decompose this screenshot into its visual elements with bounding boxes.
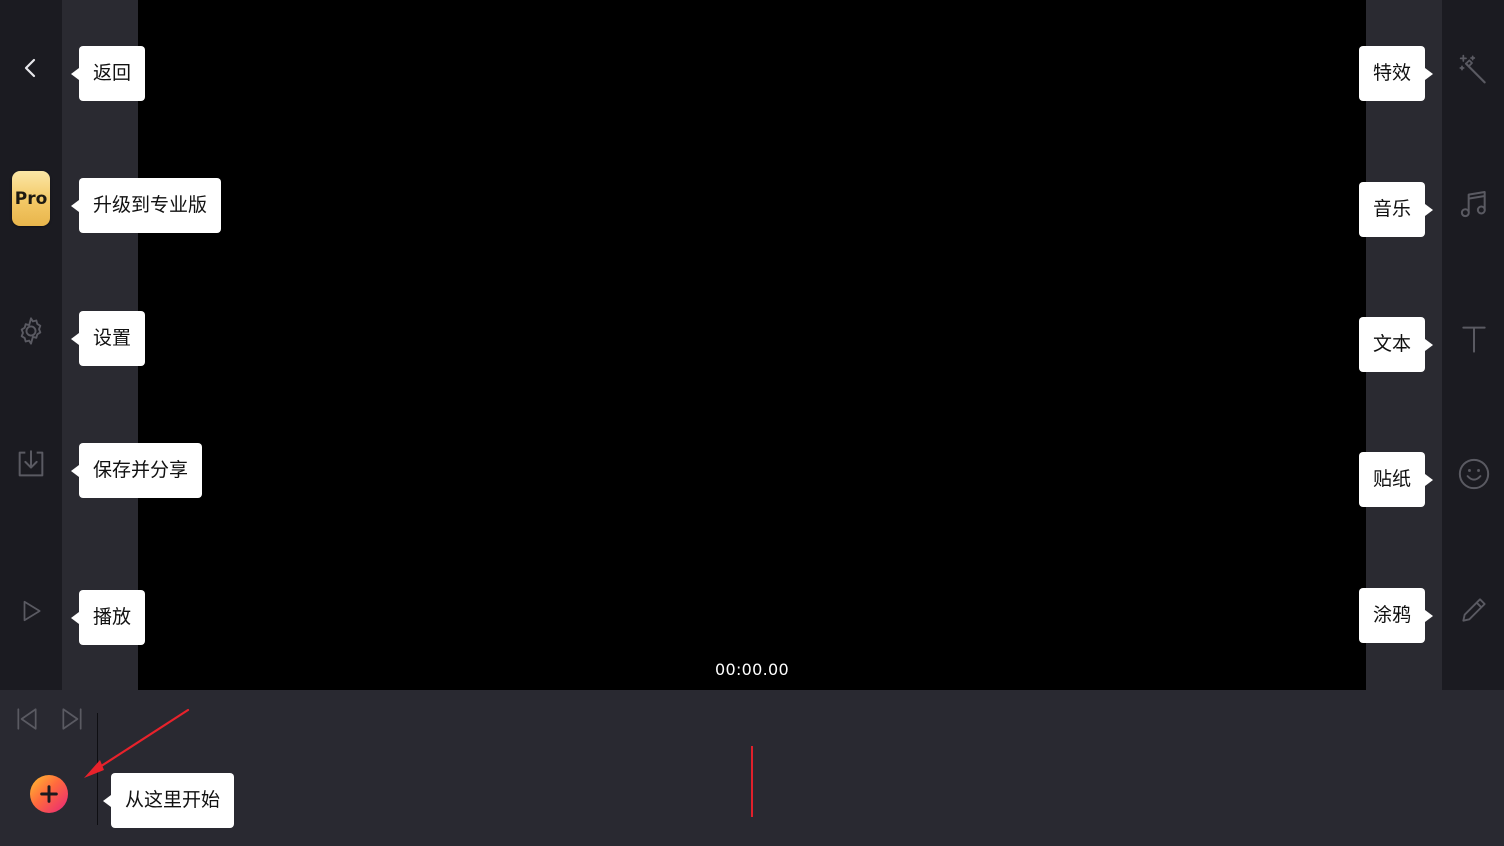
video-preview[interactable] (138, 0, 1366, 690)
save-share-button[interactable] (12, 445, 50, 483)
magic-wand-icon (1459, 54, 1486, 84)
back-tooltip: 返回 (70, 46, 146, 101)
music-tooltip-text: 音乐 (1373, 198, 1412, 220)
doodle-tooltip-text: 涂鸦 (1373, 604, 1412, 626)
play-tooltip-text: 播放 (93, 606, 132, 628)
save-tooltip: 保存并分享 (70, 443, 203, 498)
back-button[interactable] (13, 50, 49, 86)
download-icon (18, 450, 44, 477)
sticker-tooltip-text: 贴纸 (1373, 468, 1412, 490)
skip-start-icon (17, 708, 37, 730)
text-t-icon (1462, 326, 1486, 353)
timeline-playhead-marker[interactable] (751, 746, 753, 817)
skip-to-start-button[interactable] (12, 704, 42, 734)
play-button[interactable] (13, 593, 49, 629)
timeline-start-line (97, 713, 98, 825)
doodle-tooltip: 涂鸦 (1359, 588, 1434, 643)
video-editor-screen: Pro 返回 升级到专业版 设置 保存并分享 播放 特效 音乐 文本 贴纸 涂鸦… (0, 0, 1504, 846)
pro-upgrade-button[interactable]: Pro (12, 171, 50, 226)
start-here-tooltip-text: 从这里开始 (125, 789, 221, 811)
text-button[interactable] (1455, 320, 1493, 358)
music-button[interactable] (1455, 185, 1493, 223)
effects-button[interactable] (1455, 50, 1493, 88)
gear-icon (20, 317, 42, 345)
back-tooltip-text: 返回 (93, 62, 132, 84)
music-note-icon (1460, 191, 1486, 218)
play-icon (23, 600, 41, 622)
settings-tooltip-text: 设置 (93, 327, 132, 349)
start-here-tooltip: 从这里开始 (102, 773, 235, 828)
text-tooltip: 文本 (1359, 317, 1434, 372)
add-media-button[interactable] (30, 775, 68, 813)
skip-to-end-button[interactable] (57, 704, 87, 734)
settings-tooltip: 设置 (70, 311, 146, 366)
settings-button[interactable] (12, 312, 50, 350)
sticker-tooltip: 贴纸 (1359, 452, 1434, 507)
skip-end-icon (62, 708, 82, 730)
pro-tooltip-text: 升级到专业版 (93, 194, 208, 216)
music-tooltip: 音乐 (1359, 182, 1434, 237)
pro-tooltip: 升级到专业版 (70, 178, 222, 233)
effects-tooltip-text: 特效 (1373, 62, 1412, 84)
doodle-button[interactable] (1455, 591, 1493, 629)
sticker-button[interactable] (1455, 455, 1493, 493)
effects-tooltip: 特效 (1359, 46, 1434, 101)
chevron-left-icon (24, 58, 36, 78)
pencil-icon (1462, 598, 1486, 622)
text-tooltip-text: 文本 (1373, 333, 1412, 355)
play-tooltip: 播放 (70, 590, 146, 645)
smiley-icon (1458, 458, 1490, 490)
timecode-display: 00:00.00 (715, 660, 789, 679)
save-tooltip-text: 保存并分享 (93, 459, 189, 481)
pro-badge-label: Pro (14, 188, 48, 209)
plus-icon (40, 785, 58, 803)
